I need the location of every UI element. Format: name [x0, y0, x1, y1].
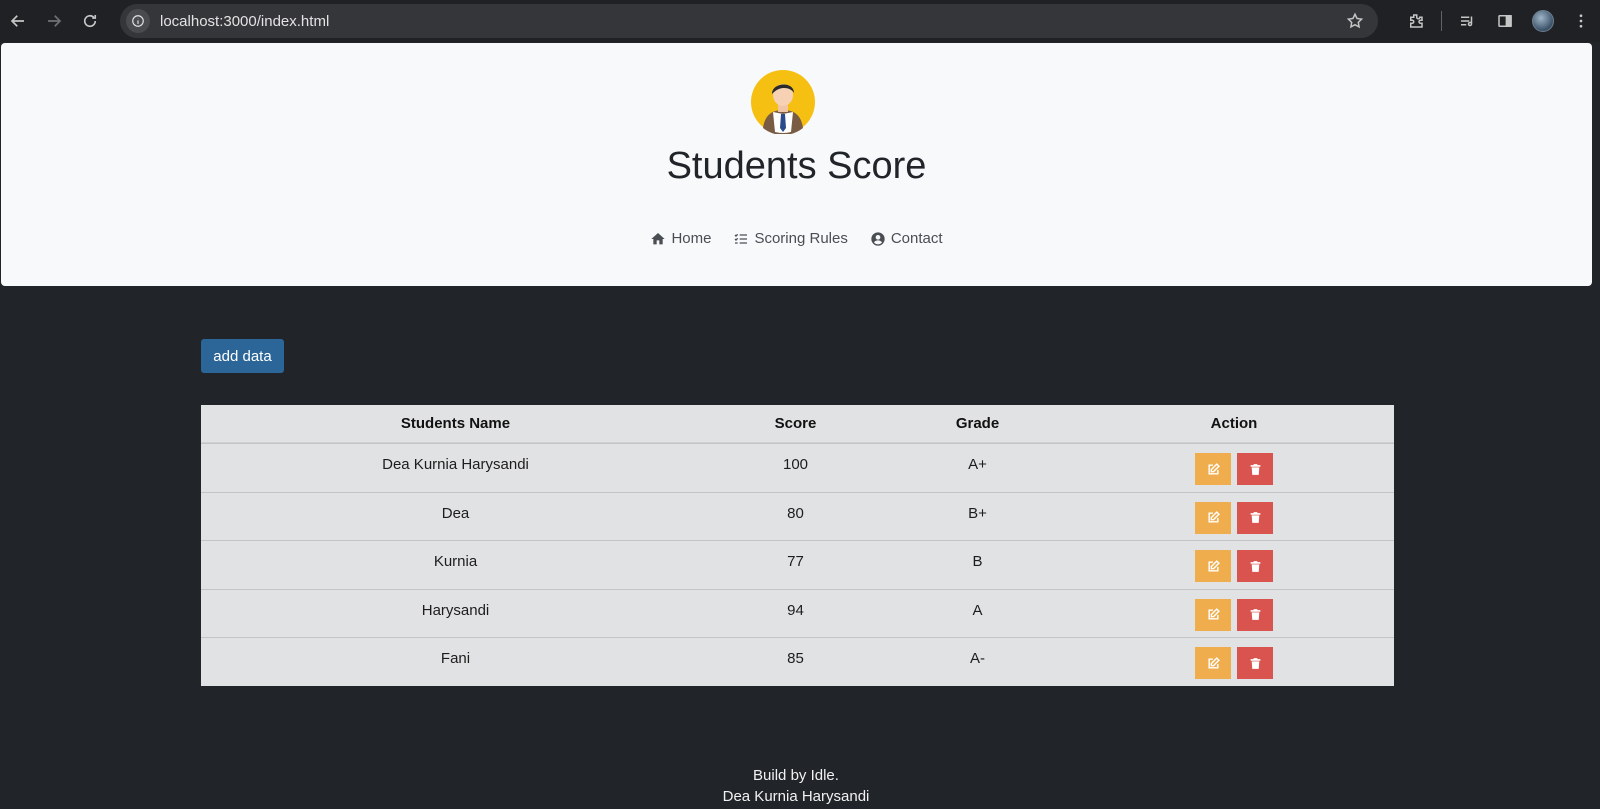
action-cell [1074, 590, 1394, 631]
edit-button[interactable] [1195, 501, 1231, 534]
column-header-score: Score [774, 415, 817, 432]
edit-icon [1207, 462, 1220, 475]
score-cell: 80 [787, 504, 804, 522]
score-cell: 94 [787, 601, 804, 619]
grade-cell: B+ [968, 504, 987, 522]
nav-item-contact[interactable]: Contact [870, 230, 943, 247]
grade-cell: A [972, 601, 983, 619]
table-row: Dea Kurnia Harysandi 100 A+ [201, 443, 1394, 492]
site-info-icon[interactable] [126, 9, 150, 33]
browser-toolbar: localhost:3000/index.html [0, 0, 1600, 42]
list-check-icon [734, 233, 748, 244]
extensions-icon[interactable] [1397, 2, 1435, 40]
edit-icon [1207, 559, 1220, 572]
url-text[interactable]: localhost:3000/index.html [160, 13, 329, 30]
action-cell [1074, 541, 1394, 582]
delete-button[interactable] [1237, 598, 1273, 631]
nav-item-label: Scoring Rules [754, 230, 848, 247]
score-cell: 85 [787, 650, 804, 667]
edit-button[interactable] [1195, 453, 1231, 485]
student-name-cell: Harysandi [421, 601, 490, 619]
table-header-row: Students Name Score Grade Action [201, 405, 1394, 443]
main-nav: Home Scoring Rules Contact [1, 230, 1592, 247]
table-row: Fani 85 A- [201, 637, 1394, 686]
student-name-cell: Fani [440, 650, 471, 667]
column-header-name: Students Name [400, 415, 511, 432]
user-circle-icon [871, 231, 885, 246]
table-row: Kurnia 77 B [201, 540, 1394, 589]
reload-icon[interactable] [72, 3, 108, 39]
action-cell [1074, 638, 1394, 679]
profile-avatar[interactable] [1524, 2, 1562, 40]
site-footer: Build by Idle. Dea Kurnia Harysandi [0, 765, 1592, 807]
forward-arrow-icon[interactable] [36, 3, 72, 39]
address-bar[interactable]: localhost:3000/index.html [120, 4, 1378, 38]
student-avatar-icon [751, 70, 815, 134]
footer-author: Dea Kurnia Harysandi [722, 788, 870, 805]
delete-button[interactable] [1237, 550, 1273, 582]
site-header: Students Score Home Scoring Rules Contac… [1, 43, 1592, 286]
footer-credit: Build by Idle. [753, 767, 839, 784]
side-panel-icon[interactable] [1486, 2, 1524, 40]
trash-icon [1250, 657, 1260, 669]
delete-button[interactable] [1237, 647, 1273, 679]
page-title: Students Score [666, 145, 927, 187]
column-header-action: Action [1210, 415, 1258, 432]
edit-icon [1207, 608, 1220, 620]
trash-icon [1250, 463, 1260, 475]
grade-cell: B [972, 553, 983, 570]
nav-item-label: Home [671, 230, 712, 247]
bookmark-star-icon[interactable] [1346, 12, 1364, 35]
back-arrow-icon[interactable] [0, 3, 36, 39]
delete-button[interactable] [1237, 453, 1273, 485]
delete-button[interactable] [1237, 501, 1273, 534]
grade-cell: A- [970, 650, 985, 667]
table-row: Harysandi 94 A [201, 588, 1394, 638]
more-menu-icon[interactable] [1562, 2, 1600, 40]
edit-button[interactable] [1195, 598, 1231, 631]
action-cell [1074, 444, 1394, 485]
media-queue-icon[interactable] [1448, 2, 1486, 40]
action-cell [1074, 493, 1394, 534]
edit-icon [1207, 656, 1220, 669]
student-name-cell: Dea Kurnia Harysandi [382, 456, 529, 473]
trash-icon [1250, 512, 1260, 523]
trash-icon [1250, 609, 1260, 620]
add-data-button[interactable]: add data [201, 339, 284, 373]
nav-item-scoring-rules[interactable]: Scoring Rules [733, 230, 848, 247]
student-name-cell: Kurnia [433, 553, 478, 570]
students-table: Students Name Score Grade Action Dea Kur… [201, 405, 1394, 686]
trash-icon [1250, 560, 1260, 572]
toolbar-divider [1441, 11, 1442, 31]
score-cell: 100 [782, 456, 809, 473]
student-name-cell: Dea [441, 504, 470, 522]
score-cell: 77 [787, 553, 804, 570]
edit-button[interactable] [1195, 647, 1231, 679]
nav-item-home[interactable]: Home [650, 230, 711, 247]
home-icon [651, 232, 666, 244]
edit-icon [1207, 511, 1220, 523]
edit-button[interactable] [1195, 550, 1231, 582]
grade-cell: A+ [968, 456, 987, 473]
table-row: Dea 80 B+ [201, 491, 1394, 541]
column-header-grade: Grade [955, 415, 1000, 432]
nav-item-label: Contact [890, 230, 943, 247]
